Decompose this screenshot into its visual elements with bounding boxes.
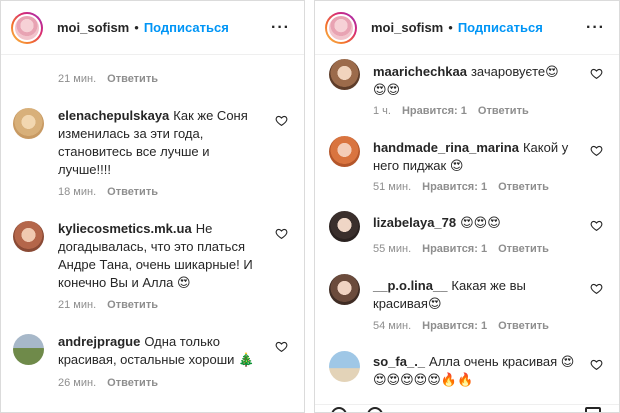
comment-text: догадывалась, что это платься [58,239,245,254]
comment-text: Андре Тана, очень шикарные! И [58,257,253,272]
heart-icon[interactable] [590,219,603,232]
likes-count[interactable]: Нравится: 1 [402,105,467,117]
comment-meta: 21 мин. Ответить [58,299,169,311]
comment-username[interactable]: andrejprague [58,334,140,349]
likes-count[interactable]: Нравится: 1 [422,181,487,193]
heart-icon[interactable] [275,114,288,127]
avatar[interactable] [325,11,357,44]
reply-button[interactable]: Ответить [498,181,549,193]
comment-text: Одна только [144,334,220,349]
avatar[interactable] [13,334,44,365]
comment-meta: 51 мин. Нравится: 1 Ответить [373,181,560,193]
likes-count[interactable]: Нравится: 1 [422,243,487,255]
comment-text: Какой у [522,140,569,155]
comment-text: становитесь все лучше и [58,144,210,159]
likes-count[interactable]: Нравится: 1 [422,320,487,332]
comment-text: лучше!!!! [58,162,111,177]
comment-text: зачаровуєте😍 [470,64,559,79]
more-options-icon[interactable]: ··· [586,19,605,37]
comment-text: 😍😍😍😍😍🔥🔥 [373,372,474,387]
comment-meta: 26 мин. Ответить [58,377,169,389]
header-separator: • [448,20,453,35]
comment-text: 😍😍😍 [460,215,501,230]
like-icon[interactable] [331,407,347,412]
heart-icon[interactable] [275,227,288,240]
comment-time: 18 мин. [58,186,97,198]
avatar[interactable] [11,11,43,44]
comment-text: него пиджак 😍 [373,158,464,173]
reply-button[interactable]: Ответить [478,105,529,117]
comment-text: Какая же вы [451,278,526,293]
action-bar [315,404,619,412]
comment-meta: 18 мин. Ответить [58,186,169,198]
comment-meta: 54 мин. Нравится: 1 Ответить [373,320,560,332]
reply-button[interactable]: Ответить [107,186,158,198]
comment-meta: 55 мин. Нравится: 1 Ответить [373,243,560,255]
reply-button[interactable]: Ответить [107,377,158,389]
comment-text: красивая😍 [373,296,442,311]
avatar[interactable] [329,274,360,305]
comment-meta: 21 мин. Ответить [58,73,169,85]
comment-username[interactable]: handmade_rina_marina [373,140,519,155]
reply-button[interactable]: Ответить [498,320,549,332]
comment-text: красивая, остальные хороши 🎄 [58,352,255,367]
comment-text: изменилась за эти года, [58,126,204,141]
comment-text: конечно Вы и Алла 😍 [58,275,191,290]
comment-username[interactable]: maarichechkaa [373,64,467,79]
heart-icon[interactable] [590,67,603,80]
reply-button[interactable]: Ответить [107,299,158,311]
comment-username[interactable]: kyliecosmetics.mk.ua [58,221,192,236]
comment-username[interactable]: so_fa_._ [373,354,425,369]
heart-icon[interactable] [590,144,603,157]
avatar[interactable] [329,136,360,167]
header-username[interactable]: moi_sofism [371,20,443,35]
left-comments-panel: moi_sofism • Подписаться ··· 21 мин. Отв… [0,0,305,413]
heart-icon[interactable] [590,282,603,295]
comment-time: 54 мин. [373,320,412,332]
heart-icon[interactable] [275,340,288,353]
avatar[interactable] [13,221,44,252]
comment-username[interactable]: lizabelaya_78 [373,215,456,230]
comment-time: 1 ч. [373,105,391,117]
bookmark-icon[interactable] [585,407,601,412]
comment-username[interactable]: __p.o.lina__ [373,278,447,293]
comment-text: 😍😍 [373,82,401,97]
avatar[interactable] [329,351,360,382]
comment-text: Алла очень красивая 😍 [429,354,575,369]
comment-icon[interactable] [367,407,383,412]
comment-time: 21 мин. [58,299,97,311]
avatar[interactable] [13,108,44,139]
comment-meta: 1 ч. Нравится: 1 Ответить [373,105,540,117]
reply-button[interactable]: Ответить [107,73,158,85]
heart-icon[interactable] [590,358,603,371]
post-header: moi_sofism • Подписаться ··· [1,1,304,55]
right-comments-panel: moi_sofism • Подписаться ··· maarichechk… [314,0,620,413]
comment-text: Не [195,221,213,236]
follow-button[interactable]: Подписаться [458,20,543,35]
comment-time: 26 мин. [58,377,97,389]
comment-username[interactable]: elenachepulskaya [58,108,169,123]
comment-time: 51 мин. [373,181,412,193]
post-header: moi_sofism • Подписаться ··· [315,1,619,55]
avatar[interactable] [329,59,360,90]
more-options-icon[interactable]: ··· [271,19,290,37]
comment-time: 55 мин. [373,243,412,255]
header-separator: • [134,20,139,35]
reply-button[interactable]: Ответить [498,243,549,255]
comment-text: Как же Соня [173,108,248,123]
follow-button[interactable]: Подписаться [144,20,229,35]
header-username[interactable]: moi_sofism [57,20,129,35]
avatar[interactable] [329,211,360,242]
comment-time: 21 мин. [58,73,97,85]
